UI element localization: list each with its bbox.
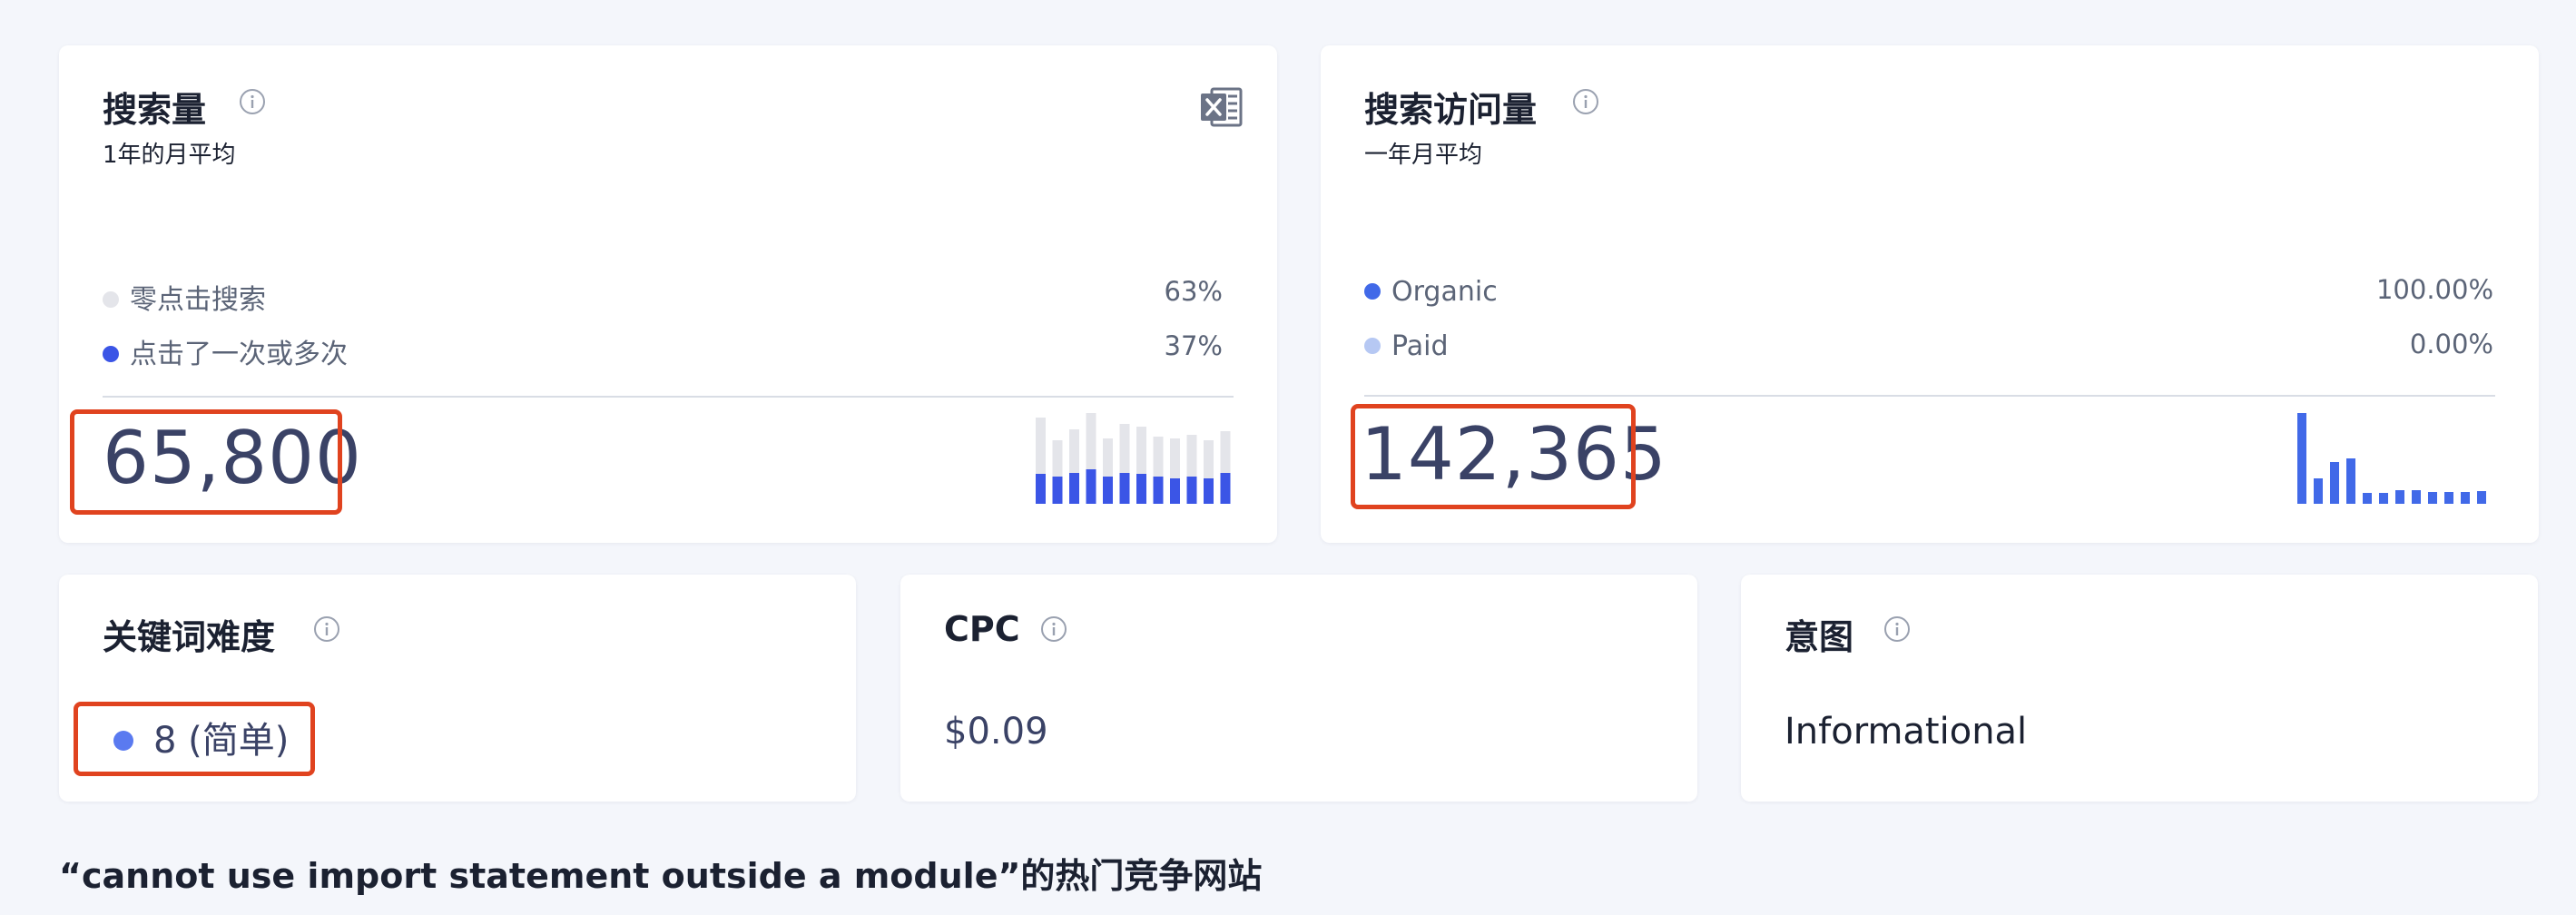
divider (103, 396, 1234, 398)
sparkline-bar-clicked (1136, 474, 1146, 504)
cpc-title: CPC (944, 609, 1020, 649)
sparkline-bar (2444, 492, 2453, 504)
sparkline-bar-clicked (1086, 469, 1096, 504)
sparkline-bar (2412, 490, 2421, 504)
sparkline-bar-clicked (1069, 473, 1079, 504)
competitors-heading: “cannot use import statement outside a m… (59, 856, 1263, 896)
divider (1364, 395, 2495, 397)
legend-label: 零点击搜索 (130, 284, 266, 316)
search-volume-sparkline (1036, 413, 1231, 504)
legend-percent-zero-click: 63% (1164, 276, 1223, 307)
legend-percent-organic: 100.00% (2375, 274, 2493, 305)
legend-dot (1364, 282, 1381, 300)
legend-percent-paid: 0.00% (2409, 329, 2493, 359)
sparkline-bar (2395, 490, 2404, 504)
sparkline-bar-clicked (1186, 477, 1197, 504)
keyword-difficulty-card: 关键词难度 8 (简单) (59, 575, 856, 802)
highlight-box (74, 702, 315, 776)
intent-title: 意图 (1785, 617, 1854, 657)
legend-item-zero-click: 零点击搜索 (103, 277, 266, 317)
sparkline-bar-clicked (1153, 477, 1164, 504)
search-traffic-title: 搜索访问量 (1364, 90, 1538, 130)
sparkline-bar-clicked (1220, 473, 1231, 504)
legend-item-paid: Paid (1364, 330, 1449, 362)
cpc-value: $0.09 (944, 711, 1048, 753)
sparkline-bar (2346, 458, 2355, 504)
sparkline-bar (2314, 478, 2323, 504)
sparkline-bar (2379, 493, 2388, 504)
sparkline-bar (2297, 413, 2306, 504)
legend-dot (103, 345, 119, 362)
excel-export-icon[interactable] (1199, 87, 1243, 127)
search-volume-card: 搜索量 1年的月平均 零点击搜索 63% 点击了一次或多次 37% 65,800 (59, 45, 1277, 543)
highlight-box (70, 409, 342, 515)
sparkline-bar (2363, 493, 2372, 504)
search-volume-title: 搜索量 (103, 90, 207, 130)
legend-label: 点击了一次或多次 (130, 339, 348, 370)
keyword-difficulty-title: 关键词难度 (103, 617, 276, 657)
info-icon[interactable] (313, 615, 340, 643)
sparkline-bar (2330, 462, 2339, 504)
info-icon[interactable] (1040, 615, 1067, 643)
legend-dot (103, 290, 119, 308)
sparkline-bar-clicked (1170, 478, 1180, 504)
legend-dot (1364, 337, 1381, 354)
legend-percent-clicked: 37% (1164, 330, 1223, 361)
legend-label: Paid (1391, 330, 1449, 362)
info-icon[interactable] (1572, 88, 1599, 115)
search-traffic-sparkline (2297, 413, 2486, 504)
search-traffic-card: 搜索访问量 一年月平均 Organic 100.00% Paid 0.00% 1… (1321, 45, 2539, 543)
cpc-card: CPC $0.09 (900, 575, 1697, 802)
search-traffic-subtitle: 一年月平均 (1364, 142, 1483, 169)
sparkline-bar-clicked (1103, 477, 1113, 504)
legend-label: Organic (1391, 276, 1498, 308)
intent-card: 意图 Informational (1741, 575, 2538, 802)
highlight-box (1351, 404, 1636, 509)
legend-item-clicked: 点击了一次或多次 (103, 331, 348, 371)
sparkline-bar (2461, 492, 2470, 504)
info-icon[interactable] (239, 88, 266, 115)
sparkline-bar (2428, 492, 2437, 504)
sparkline-bar-clicked (1052, 477, 1063, 504)
legend-item-organic: Organic (1364, 276, 1498, 308)
info-icon[interactable] (1883, 615, 1911, 643)
sparkline-bar-clicked (1119, 473, 1130, 504)
search-volume-subtitle: 1年的月平均 (103, 142, 236, 169)
sparkline-bar-clicked (1036, 474, 1046, 504)
sparkline-bar-clicked (1204, 478, 1214, 504)
intent-value: Informational (1785, 711, 2028, 753)
sparkline-bar (2477, 491, 2486, 504)
